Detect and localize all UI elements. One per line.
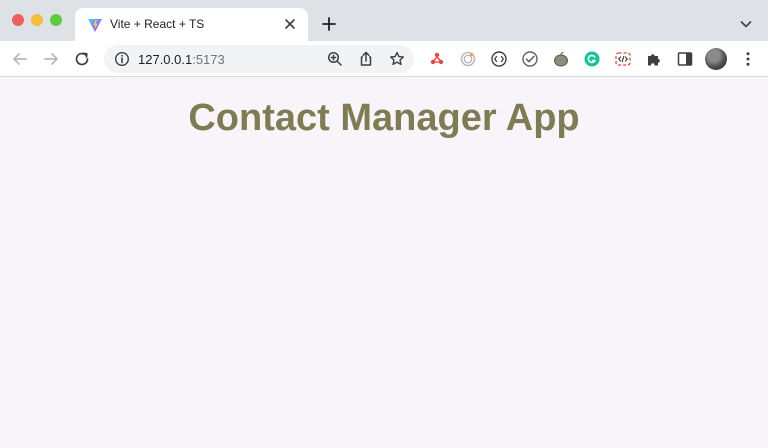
browser-toolbar: 127.0.0.1:5173 (0, 41, 768, 77)
reload-icon[interactable] (73, 50, 91, 68)
profile-avatar[interactable] (705, 48, 727, 70)
back-arrow-icon[interactable] (11, 50, 29, 68)
vite-logo-icon (88, 19, 102, 32)
extension-icon-2[interactable] (459, 50, 477, 68)
extension-icon-1[interactable] (428, 50, 446, 68)
extension-icon-7[interactable] (614, 50, 632, 68)
window-close-button[interactable] (12, 14, 24, 26)
url-text[interactable]: 127.0.0.1:5173 (138, 52, 225, 67)
grammarly-icon[interactable] (583, 50, 601, 68)
window-maximize-button[interactable] (50, 14, 62, 26)
close-icon[interactable] (282, 16, 298, 32)
url-port: :5173 (192, 52, 225, 67)
extension-icon-3[interactable] (490, 50, 508, 68)
forward-arrow-icon[interactable] (42, 50, 60, 68)
side-panel-icon[interactable] (676, 50, 694, 68)
new-tab-plus-icon[interactable] (320, 15, 338, 33)
tab-title: Vite + React + TS (110, 17, 205, 31)
info-icon[interactable] (114, 51, 130, 67)
browser-titlebar: Vite + React + TS (0, 0, 768, 41)
puzzle-icon[interactable] (645, 50, 663, 68)
zoom-icon[interactable] (326, 50, 344, 68)
page-title: Contact Manager App (188, 97, 580, 139)
browser-tab-active[interactable]: Vite + React + TS (75, 8, 308, 41)
extension-icon-5[interactable] (552, 50, 570, 68)
page-viewport: Contact Manager App (0, 77, 768, 448)
window-minimize-button[interactable] (31, 14, 43, 26)
extension-icon-4[interactable] (521, 50, 539, 68)
chevron-down-icon[interactable] (738, 16, 754, 32)
more-menu-icon[interactable] (739, 50, 757, 68)
bookmark-star-icon[interactable] (388, 50, 406, 68)
share-icon[interactable] (357, 50, 375, 68)
url-host: 127.0.0.1 (138, 52, 193, 67)
address-bar[interactable]: 127.0.0.1:5173 (104, 45, 414, 73)
